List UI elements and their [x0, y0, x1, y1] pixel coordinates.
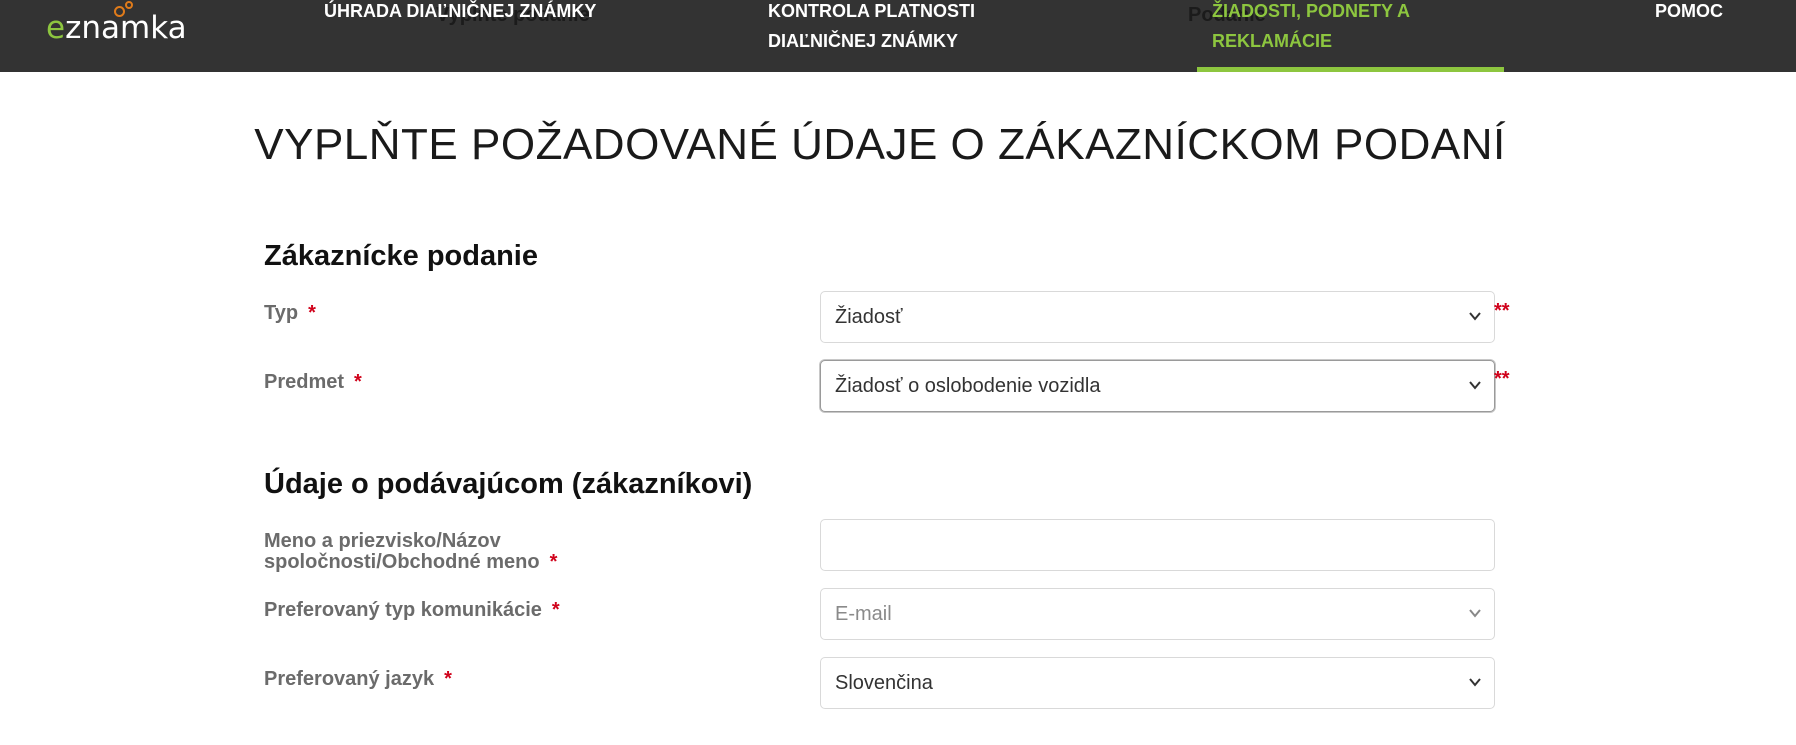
komunikacia-label: Preferovaný typ komunikácie * — [264, 599, 560, 621]
komunikacia-select[interactable]: E-mail — [820, 588, 1495, 640]
eznamka-logo[interactable]: eznamka — [46, 1, 206, 50]
section-title-podanie: Zákaznícke podanie — [264, 240, 538, 272]
typ-select[interactable]: Žiadosť — [820, 291, 1495, 343]
logo-ring-small-icon — [125, 1, 133, 9]
required-mark: * — [444, 668, 452, 690]
double-required-mark: ** — [1494, 300, 1510, 322]
nav-kontrola[interactable]: KONTROLA PLATNOSTI DIAĽNIČNEJ ZNÁMKY — [768, 0, 975, 56]
nav-uhrada[interactable]: ÚHRADA DIAĽNIČNEJ ZNÁMKY — [324, 0, 596, 26]
predmet-label: Predmet * — [264, 371, 362, 393]
typ-label: Typ * — [264, 302, 316, 324]
page-title: VYPLŇTE POŽADOVANÉ ÚDAJE O ZÁKAZNÍCKOM P… — [254, 120, 1506, 169]
required-mark: * — [354, 371, 362, 393]
predmet-select[interactable]: Žiadosť o oslobodenie vozidla — [820, 360, 1495, 412]
required-mark: * — [549, 551, 558, 573]
active-nav-underline — [1197, 67, 1504, 72]
nav-ziadosti[interactable]: ŽIADOSTI, PODNETY A REKLAMÁCIE — [1212, 0, 1410, 56]
double-required-mark: ** — [1494, 368, 1510, 390]
chevron-down-icon — [1469, 381, 1481, 390]
required-mark: * — [308, 302, 316, 324]
logo-ring-icon — [114, 6, 125, 17]
meno-label: Meno a priezvisko/Názov spoločnosti/Obch… — [264, 530, 558, 573]
chevron-down-icon — [1469, 609, 1481, 618]
chevron-down-icon — [1469, 678, 1481, 687]
jazyk-select[interactable]: Slovenčina — [820, 657, 1495, 709]
meno-input[interactable] — [820, 519, 1495, 571]
chevron-down-icon — [1469, 312, 1481, 321]
jazyk-label: Preferovaný jazyk * — [264, 668, 452, 690]
nav-pomoc[interactable]: POMOC — [1655, 0, 1723, 26]
top-navigation-bar: eznamka Vyplňte podanie Podanie ÚHRADA D… — [0, 0, 1796, 72]
required-mark: * — [551, 599, 560, 621]
section-title-podavajuci: Údaje o podávajúcom (zákazníkovi) — [264, 468, 753, 500]
